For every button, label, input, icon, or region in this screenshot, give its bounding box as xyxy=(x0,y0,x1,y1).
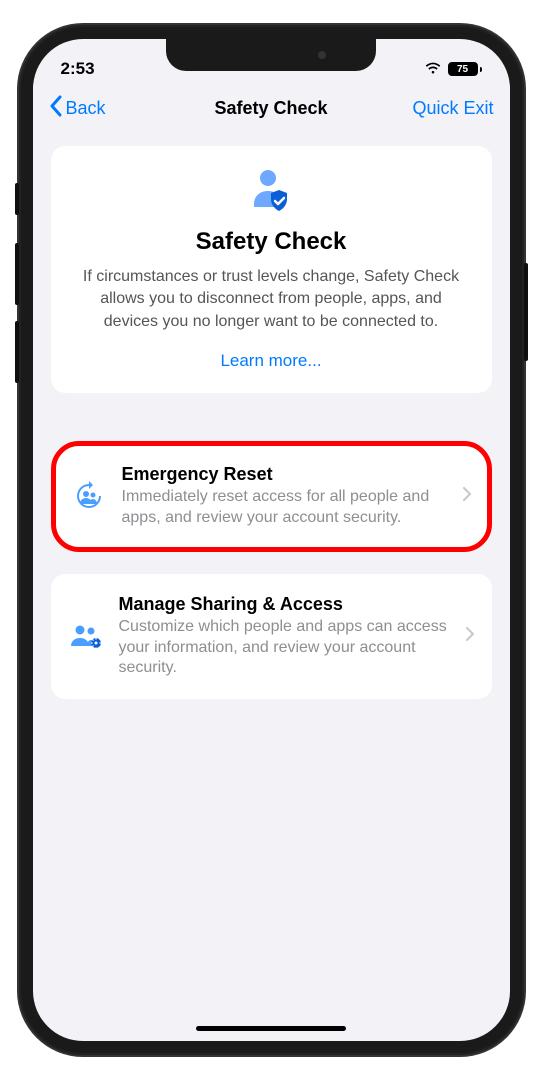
wifi-icon xyxy=(424,59,442,79)
volume-down-button xyxy=(15,321,19,383)
manage-sharing-title: Manage Sharing & Access xyxy=(119,594,450,615)
safety-check-icon xyxy=(71,168,472,214)
power-button xyxy=(524,263,528,361)
learn-more-link[interactable]: Learn more... xyxy=(71,351,472,371)
notch xyxy=(166,39,376,71)
volume-up-button xyxy=(15,243,19,305)
emergency-reset-option[interactable]: Emergency Reset Immediately reset access… xyxy=(51,441,492,552)
chevron-right-icon xyxy=(463,487,471,506)
status-right: 75 xyxy=(424,59,482,79)
status-time: 2:53 xyxy=(61,59,95,79)
emergency-reset-title: Emergency Reset xyxy=(122,464,447,485)
hero-title: Safety Check xyxy=(71,228,472,256)
emergency-reset-description: Immediately reset access for all people … xyxy=(122,487,447,529)
emergency-reset-icon xyxy=(72,480,106,512)
nav-bar: Back Safety Check Quick Exit xyxy=(33,85,510,134)
home-indicator[interactable] xyxy=(196,1026,346,1031)
silence-switch xyxy=(15,183,19,215)
phone-frame: 2:53 75 Back Safety Check Quick Exit xyxy=(19,25,524,1055)
screen: 2:53 75 Back Safety Check Quick Exit xyxy=(33,39,510,1041)
nav-title: Safety Check xyxy=(214,98,327,119)
manage-sharing-icon xyxy=(69,622,103,650)
chevron-right-icon xyxy=(466,627,474,646)
manage-sharing-description: Customize which people and apps can acce… xyxy=(119,617,450,679)
content: Safety Check If circumstances or trust l… xyxy=(33,134,510,733)
hero-description: If circumstances or trust levels change,… xyxy=(71,266,472,333)
back-label: Back xyxy=(66,98,106,119)
quick-exit-button[interactable]: Quick Exit xyxy=(412,98,493,119)
back-button[interactable]: Back xyxy=(49,95,106,122)
manage-sharing-option[interactable]: Manage Sharing & Access Customize which … xyxy=(51,574,492,699)
battery-level: 75 xyxy=(448,62,478,76)
hero-card: Safety Check If circumstances or trust l… xyxy=(51,146,492,393)
battery-indicator: 75 xyxy=(448,62,482,76)
chevron-left-icon xyxy=(49,95,62,122)
